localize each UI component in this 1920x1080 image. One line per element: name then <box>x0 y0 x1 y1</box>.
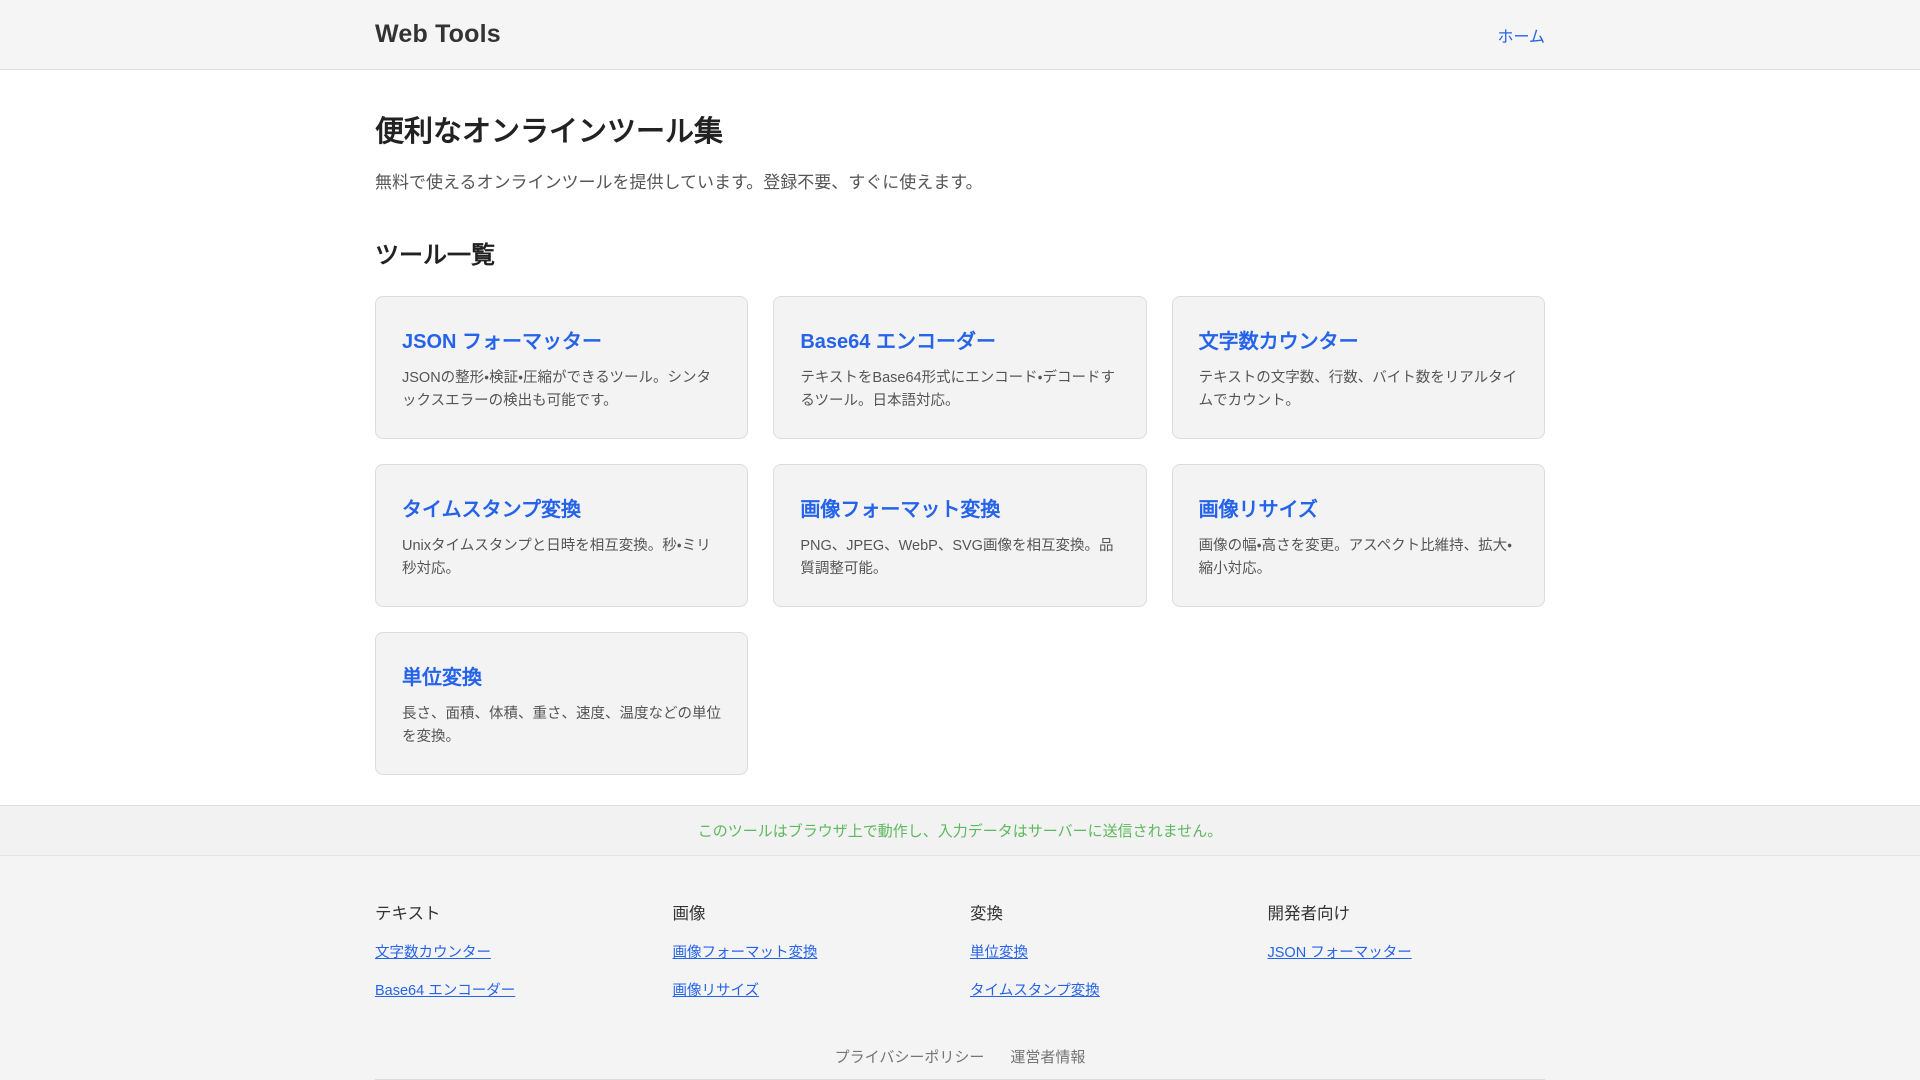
site-footer: テキスト 文字数カウンター Base64 エンコーダー 画像 画像フォーマット変… <box>0 855 1920 1080</box>
page-title: 便利なオンラインツール集 <box>375 116 724 148</box>
tool-desc: 長さ、面積、体積、重さ、速度、温度などの単位を変換。 <box>402 705 721 746</box>
tool-card-unit-converter[interactable]: 単位変換 長さ、面積、体積、重さ、速度、温度などの単位を変換。 <box>375 631 749 775</box>
tools-section-heading: ツール一覧 <box>375 242 495 269</box>
footer-col-heading: 変換 <box>970 904 1003 923</box>
tool-card-char-counter[interactable]: 文字数カウンター テキストの文字数、行数、バイト数をリアルタイムでカウント。 <box>1171 296 1545 439</box>
privacy-policy-link[interactable]: プライバシーポリシー <box>835 1046 985 1067</box>
tool-desc: テキストをBase64形式にエンコード・デコードするツール。日本語対応。 <box>800 370 1115 410</box>
tool-card-image-resize[interactable]: 画像リサイズ 画像の幅・高さを変更。アスペクト比維持、拡大・縮小対応。 <box>1171 463 1545 607</box>
footer-col-text: テキスト 文字数カウンター Base64 エンコーダー <box>375 900 653 1000</box>
operator-info-link[interactable]: 運営者情報 <box>1010 1046 1085 1067</box>
tool-link-char-counter[interactable]: 文字数カウンター <box>1199 325 1359 354</box>
tool-link-image-resize[interactable]: 画像リサイズ <box>1199 493 1318 522</box>
footer-col-image: 画像 画像フォーマット変換 画像リサイズ <box>673 900 951 1000</box>
footer-link-timestamp-converter[interactable]: タイムスタンプ変換 <box>970 979 1100 1000</box>
footer-columns: テキスト 文字数カウンター Base64 エンコーダー 画像 画像フォーマット変… <box>375 900 1545 1000</box>
footer-col-heading: 画像 <box>672 904 706 923</box>
footer-link-base64-encoder[interactable]: Base64 エンコーダー <box>375 979 515 1000</box>
tool-link-unit-converter[interactable]: 単位変換 <box>402 661 482 690</box>
footer-col-developer: 開発者向け JSON フォーマッター <box>1268 900 1546 1000</box>
nav-home-link[interactable]: ホーム <box>1497 23 1545 47</box>
tool-card-json-formatter[interactable]: JSON フォーマッター JSONの整形・検証・圧縮ができるツール。シンタックス… <box>375 296 749 439</box>
footer-link-char-counter[interactable]: 文字数カウンター <box>375 941 491 962</box>
footer-col-convert: 変換 単位変換 タイムスタンプ変換 <box>970 900 1248 1000</box>
tool-desc: 画像の幅・高さを変更。アスペクト比維持、拡大・縮小対応。 <box>1198 537 1512 578</box>
tool-desc: テキストの文字数、行数、バイト数をリアルタイムでカウント。 <box>1198 370 1518 410</box>
tool-card-image-format-converter[interactable]: 画像フォーマット変換 PNG、JPEG、WebP、SVG画像を相互変換。品質調整… <box>773 463 1147 607</box>
footer-col-heading: 開発者向け <box>1267 904 1351 923</box>
tool-desc: Unixタイムスタンプと日時を相互変換。秒・ミリ秒対応。 <box>402 537 711 578</box>
tool-card-timestamp-converter[interactable]: タイムスタンプ変換 Unixタイムスタンプと日時を相互変換。秒・ミリ秒対応。 <box>375 463 749 607</box>
tool-card-base64-encoder[interactable]: Base64 エンコーダー テキストをBase64形式にエンコード・デコードする… <box>773 296 1147 439</box>
privacy-notice-strip: このツールはブラウザ上で動作し、入力データはサーバーに送信されません。 <box>0 804 1920 856</box>
footer-link-image-resize[interactable]: 画像リサイズ <box>673 979 760 1000</box>
footer-col-heading: テキスト <box>375 904 441 923</box>
footer-link-image-format-converter[interactable]: 画像フォーマット変換 <box>673 941 818 962</box>
privacy-notice-text: このツールはブラウザ上で動作し、入力データはサーバーに送信されません。 <box>697 822 1223 840</box>
tool-desc: JSONの整形・検証・圧縮ができるツール。シンタックスエラーの検出も可能です。 <box>402 370 711 410</box>
tool-link-timestamp-converter[interactable]: タイムスタンプ変換 <box>402 493 581 522</box>
tools-grid: JSON フォーマッター JSONの整形・検証・圧縮ができるツール。シンタックス… <box>375 296 1545 775</box>
page-subtitle: 無料で使えるオンラインツールを提供しています。登録不要、すぐに使えます。 <box>375 173 983 192</box>
footer-legal-links: プライバシーポリシー 運営者情報 <box>375 1046 1545 1080</box>
tool-link-json-formatter[interactable]: JSON フォーマッター <box>402 325 602 354</box>
tool-link-base64-encoder[interactable]: Base64 エンコーダー <box>800 325 996 354</box>
brand-title: Web Tools <box>375 20 501 48</box>
tool-desc: PNG、JPEG、WebP、SVG画像を相互変換。品質調整可能。 <box>800 537 1114 578</box>
footer-link-unit-converter[interactable]: 単位変換 <box>970 941 1028 962</box>
site-header: Web Tools ホーム <box>0 0 1920 70</box>
footer-link-json-formatter[interactable]: JSON フォーマッター <box>1268 941 1412 962</box>
main-content: 便利なオンラインツール集 無料で使えるオンラインツールを提供しています。登録不要… <box>0 70 1920 805</box>
tool-link-image-format-converter[interactable]: 画像フォーマット変換 <box>800 493 1000 522</box>
